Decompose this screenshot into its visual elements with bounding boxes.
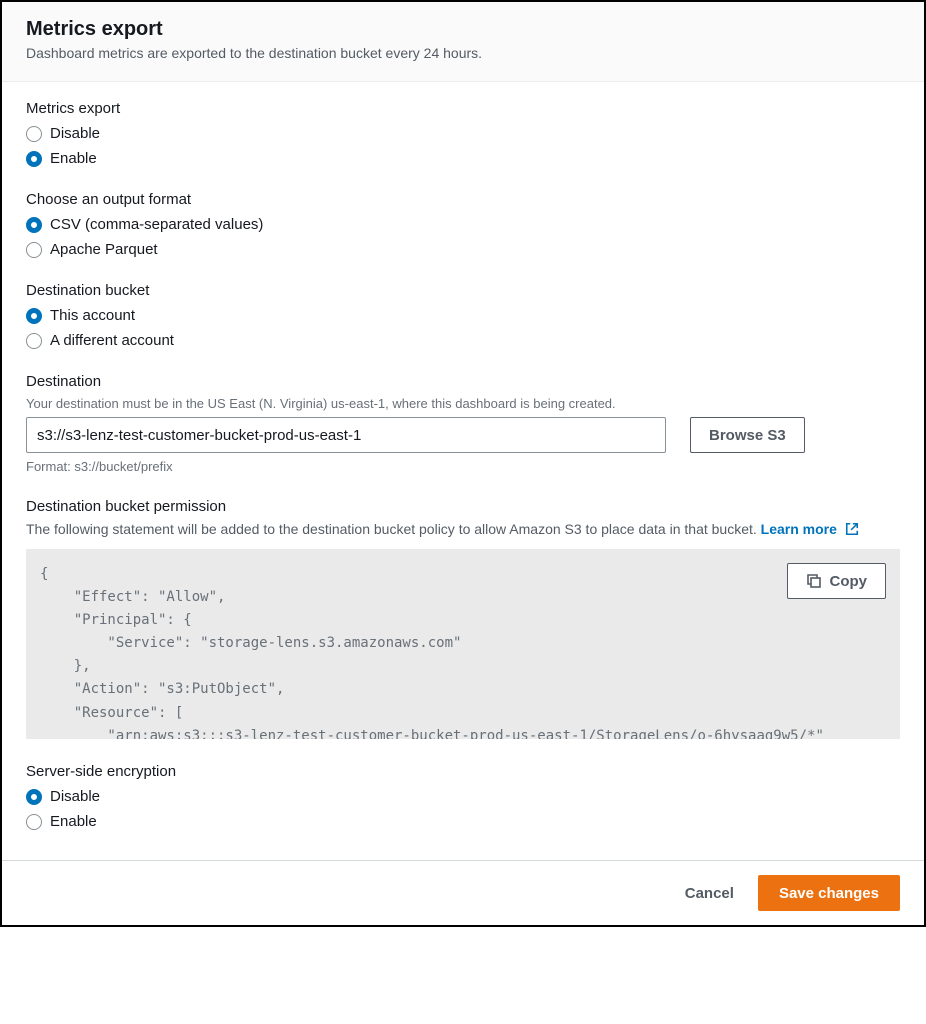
sse-group: Server-side encryption Disable Enable [26,763,900,830]
learn-more-link[interactable]: Learn more [761,521,859,537]
learn-more-text: Learn more [761,521,837,537]
radio-icon [26,217,42,233]
radio-label: Disable [50,788,100,805]
destination-bucket-label: Destination bucket [26,282,900,299]
permission-desc: The following statement will be added to… [26,521,900,537]
sse-label: Server-side encryption [26,763,900,780]
metrics-export-panel: Metrics export Dashboard metrics are exp… [0,0,926,927]
radio-icon [26,151,42,167]
destination-format-hint: Format: s3://bucket/prefix [26,459,900,474]
destination-input[interactable] [26,417,666,453]
radio-label: Disable [50,125,100,142]
radio-sse-enable[interactable]: Enable [26,813,900,830]
panel-title: Metrics export [26,18,900,41]
radio-format-parquet[interactable]: Apache Parquet [26,241,900,258]
browse-s3-label: Browse S3 [709,427,786,444]
radio-label: CSV (comma-separated values) [50,216,263,233]
browse-s3-button[interactable]: Browse S3 [690,417,805,453]
radio-format-csv[interactable]: CSV (comma-separated values) [26,216,900,233]
save-changes-button[interactable]: Save changes [758,875,900,911]
destination-row: Browse S3 [26,417,900,453]
panel-body: Metrics export Disable Enable Choose an … [2,82,924,860]
metrics-export-label: Metrics export [26,100,900,117]
output-format-group: Choose an output format CSV (comma-separ… [26,191,900,258]
radio-sse-disable[interactable]: Disable [26,788,900,805]
radio-label: This account [50,307,135,324]
permission-group: Destination bucket permission The follow… [26,498,900,739]
radio-icon [26,814,42,830]
copy-button[interactable]: Copy [787,563,887,599]
destination-label: Destination [26,373,900,390]
radio-label: Enable [50,813,97,830]
panel-header: Metrics export Dashboard metrics are exp… [2,2,924,82]
destination-bucket-group: Destination bucket This account A differ… [26,282,900,349]
cancel-button[interactable]: Cancel [673,877,746,910]
radio-bucket-this[interactable]: This account [26,307,900,324]
panel-footer: Cancel Save changes [2,860,924,925]
radio-metrics-enable[interactable]: Enable [26,150,900,167]
copy-label: Copy [830,573,868,590]
permission-label: Destination bucket permission [26,498,900,515]
radio-icon [26,126,42,142]
metrics-export-group: Metrics export Disable Enable [26,100,900,167]
policy-code: { "Effect": "Allow", "Principal": { "Ser… [26,549,900,739]
radio-icon [26,308,42,324]
output-format-label: Choose an output format [26,191,900,208]
radio-bucket-other[interactable]: A different account [26,332,900,349]
policy-code-wrap: { "Effect": "Allow", "Principal": { "Ser… [26,549,900,739]
copy-icon [806,573,822,589]
radio-label: Enable [50,150,97,167]
radio-icon [26,242,42,258]
destination-hint: Your destination must be in the US East … [26,396,900,411]
radio-metrics-disable[interactable]: Disable [26,125,900,142]
radio-label: Apache Parquet [50,241,158,258]
radio-label: A different account [50,332,174,349]
panel-subtitle: Dashboard metrics are exported to the de… [26,45,900,61]
radio-icon [26,789,42,805]
radio-icon [26,333,42,349]
permission-desc-text: The following statement will be added to… [26,521,761,537]
destination-group: Destination Your destination must be in … [26,373,900,474]
external-link-icon [845,522,859,536]
